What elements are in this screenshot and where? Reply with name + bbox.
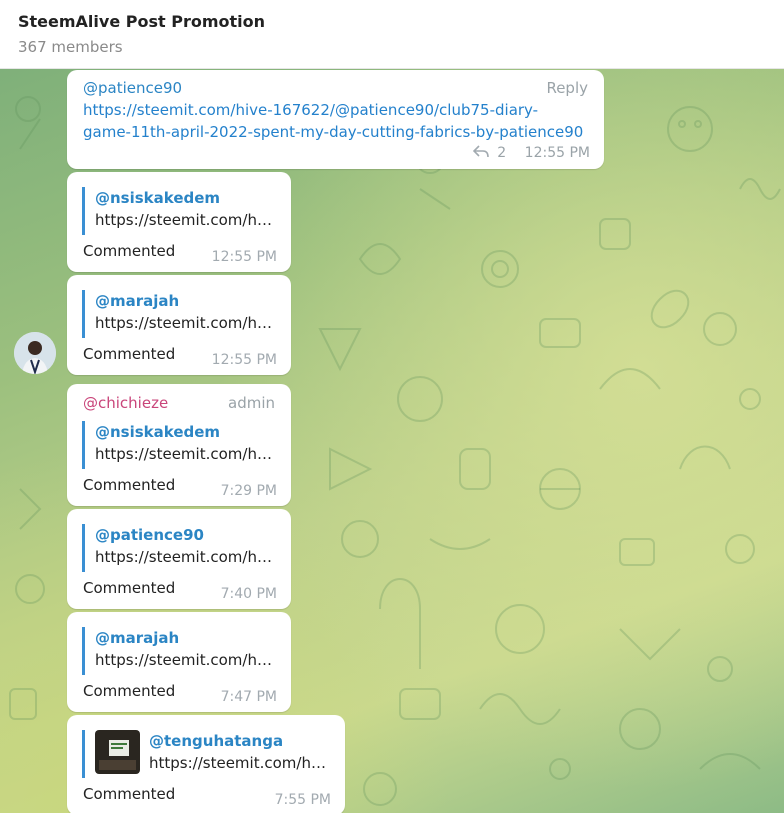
- message-sender[interactable]: @chichieze: [83, 394, 168, 412]
- message-text: Commented: [83, 785, 176, 803]
- admin-badge: admin: [228, 394, 275, 412]
- message-link[interactable]: https://steemit.com/hive-167622/@patienc…: [83, 99, 538, 121]
- quote-text: https://steemit.com/h…: [95, 445, 272, 463]
- chat-message-area[interactable]: @patience90 Reply https://steemit.com/hi…: [0, 69, 784, 813]
- quoted-reply[interactable]: @marajah https://steemit.com/h…: [82, 627, 277, 675]
- message-bubble[interactable]: @patience90 Reply https://steemit.com/hi…: [67, 70, 604, 169]
- message-time: 12:55 PM: [211, 352, 277, 368]
- message-bubble[interactable]: @nsiskakedem https://steemit.com/h… Comm…: [67, 172, 291, 272]
- message-time: 7:47 PM: [220, 689, 277, 705]
- member-count: 367 members: [18, 38, 123, 56]
- quoted-reply[interactable]: @tenguhatanga https://steemit.com/h…: [82, 730, 332, 778]
- quoted-reply[interactable]: @patience90 https://steemit.com/h…: [82, 524, 277, 572]
- message-bubble[interactable]: @marajah https://steemit.com/h… Commente…: [67, 275, 291, 375]
- message-text: Commented: [83, 476, 176, 494]
- message-meta: 2 12:55 PM: [472, 145, 590, 163]
- quote-author: @tenguhatanga: [149, 732, 284, 750]
- replies-count: 2: [497, 145, 507, 161]
- chat-title: SteemAlive Post Promotion: [18, 12, 265, 31]
- message-time: 7:29 PM: [220, 483, 277, 499]
- quoted-reply[interactable]: @nsiskakedem https://steemit.com/h…: [82, 187, 277, 235]
- message-bubble[interactable]: @tenguhatanga https://steemit.com/h… Com…: [67, 715, 345, 813]
- message-text: Commented: [83, 682, 176, 700]
- quoted-reply[interactable]: @nsiskakedem https://steemit.com/h…: [82, 421, 277, 469]
- message-text: Commented: [83, 345, 176, 363]
- message-time: 7:40 PM: [220, 586, 277, 602]
- message-time: 12:55 PM: [211, 249, 277, 265]
- quote-author: @nsiskakedem: [95, 189, 221, 207]
- message-bubble[interactable]: @patience90 https://steemit.com/h… Comme…: [67, 509, 291, 609]
- message-text: Commented: [83, 579, 176, 597]
- reply-label[interactable]: Reply: [546, 79, 588, 97]
- chat-header[interactable]: SteemAlive Post Promotion 367 members: [0, 0, 784, 69]
- quote-text: https://steemit.com/h…: [95, 651, 272, 669]
- message-bubble[interactable]: @marajah https://steemit.com/h… Commente…: [67, 612, 291, 712]
- user-avatar[interactable]: [14, 332, 56, 374]
- message-sender[interactable]: @patience90: [83, 79, 182, 97]
- message-text: Commented: [83, 242, 176, 260]
- reply-arrow-icon[interactable]: [472, 145, 489, 163]
- quote-author: @patience90: [95, 526, 204, 544]
- quote-author: @marajah: [95, 292, 180, 310]
- quote-thumbnail-image: [95, 730, 140, 774]
- quote-text: https://steemit.com/h…: [95, 211, 272, 229]
- quote-text: https://steemit.com/h…: [149, 754, 326, 772]
- message-link-continued[interactable]: game-11th-april-2022-spent-my-day-cuttin…: [83, 121, 583, 143]
- quote-author: @marajah: [95, 629, 180, 647]
- quote-text: https://steemit.com/h…: [95, 548, 272, 566]
- quote-text: https://steemit.com/h…: [95, 314, 272, 332]
- message-bubble[interactable]: @chichieze admin @nsiskakedem https://st…: [67, 384, 291, 506]
- message-time: 12:55 PM: [524, 145, 590, 161]
- quoted-reply[interactable]: @marajah https://steemit.com/h…: [82, 290, 277, 338]
- quote-author: @nsiskakedem: [95, 423, 221, 441]
- message-time: 7:55 PM: [274, 792, 331, 808]
